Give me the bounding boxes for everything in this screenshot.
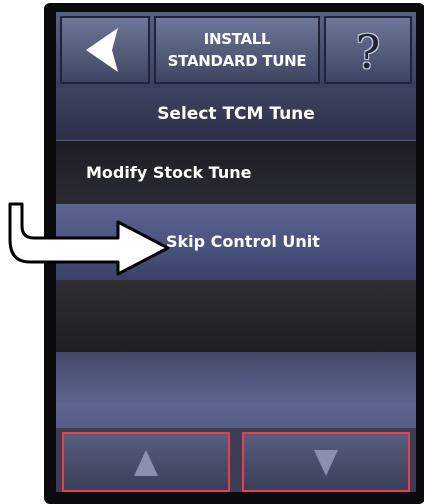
- title-line-1: INSTALL: [203, 30, 271, 48]
- title-line-2: STANDARD TUNE: [167, 52, 307, 70]
- install-standard-tune-title: INSTALL STANDARD TUNE: [154, 16, 320, 84]
- scroll-up-button[interactable]: [62, 432, 230, 492]
- list-item-modify-stock-tune[interactable]: Modify Stock Tune: [56, 140, 416, 204]
- list-title: Select TCM Tune: [56, 88, 416, 140]
- list-item-empty: [56, 352, 416, 428]
- back-arrow-icon: [86, 28, 118, 72]
- footer-bar: [56, 428, 416, 492]
- help-question-icon: ?: [355, 25, 381, 79]
- scroll-down-button[interactable]: [242, 432, 410, 492]
- help-button[interactable]: ?: [324, 16, 412, 84]
- pointer-arrow-icon: [8, 202, 170, 276]
- list-item-empty: [56, 280, 416, 352]
- header-bar: INSTALL STANDARD TUNE ?: [56, 12, 416, 88]
- down-triangle-icon: [314, 450, 338, 476]
- up-triangle-icon: [134, 450, 158, 476]
- back-button[interactable]: [60, 16, 150, 84]
